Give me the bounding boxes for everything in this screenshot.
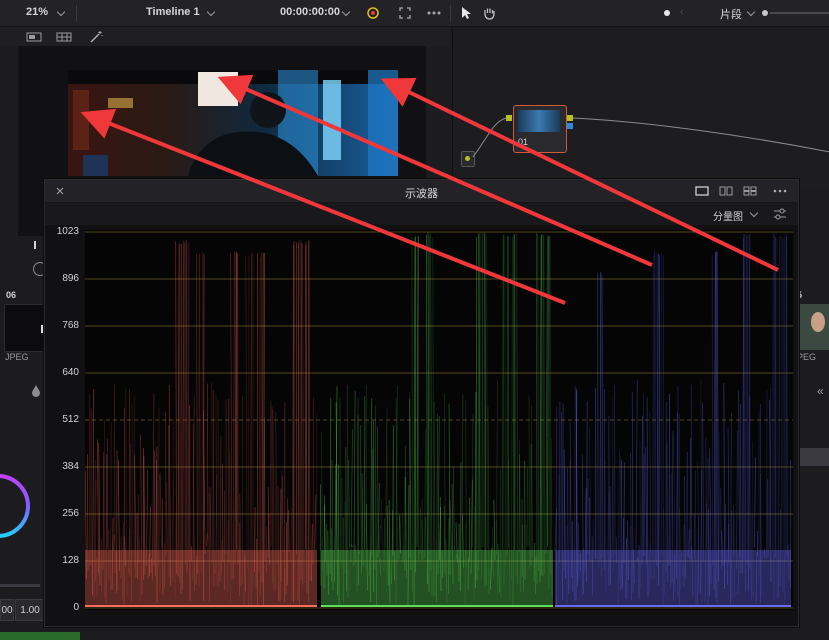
scope-mode-select[interactable]: 分量图 — [713, 208, 743, 223]
node-editor[interactable]: 01 — [452, 27, 829, 187]
y-tick-label: 256 — [62, 508, 79, 519]
prev-arrow-icon[interactable]: ‹ — [680, 6, 684, 18]
y-tick-label: 896 — [62, 273, 79, 284]
divider — [76, 5, 77, 21]
clip-strip-left: 06 JPEG — [0, 288, 46, 368]
y-tick-label: 128 — [62, 555, 79, 566]
video-frame — [68, 70, 398, 176]
y-tick-label: 640 — [62, 367, 79, 378]
settings-icon[interactable] — [771, 207, 789, 221]
top-toolbar: 21% Timeline 1 00:00:00:00 ‹ 片段 — [0, 0, 829, 27]
scope-window: 示波器 分量图 1023 896 768 640 512 384 256 128 0 — [44, 179, 799, 627]
hand-icon[interactable] — [480, 4, 498, 22]
droplet-icon[interactable] — [30, 384, 42, 398]
layout-quad-icon[interactable] — [741, 184, 759, 198]
scope-toolbar: 分量图 — [45, 203, 798, 225]
y-tick-label: 768 — [62, 320, 79, 331]
y-tick-label: 1023 — [56, 226, 79, 237]
y-tick-label: 384 — [62, 461, 79, 472]
magic-wand-icon[interactable] — [86, 29, 106, 44]
keyframe-dot[interactable] — [664, 10, 670, 16]
zoom-slider[interactable] — [770, 12, 829, 14]
more-icon[interactable] — [424, 4, 444, 22]
green-channel-trace — [320, 232, 553, 607]
color-picker-icon[interactable] — [364, 4, 382, 22]
chevron-down-icon[interactable] — [746, 7, 756, 17]
panel-tab[interactable] — [797, 448, 829, 466]
clip-thumbnail[interactable] — [797, 304, 829, 350]
divider — [450, 5, 451, 21]
wheel-value-b[interactable]: 1.00 — [15, 599, 45, 621]
clip-thumbnail[interactable] — [4, 304, 46, 352]
chevron-down-icon[interactable] — [341, 7, 351, 17]
playhead-marker[interactable] — [34, 241, 36, 249]
chevron-down-icon[interactable] — [749, 208, 759, 218]
slider-handle[interactable] — [762, 10, 768, 16]
layout-single-icon[interactable] — [24, 29, 44, 44]
color-wheel[interactable] — [0, 466, 34, 556]
timeline-name[interactable]: Timeline 1 — [146, 6, 200, 18]
grid-icon[interactable] — [54, 29, 74, 44]
clip-format: JPEG — [5, 352, 29, 362]
wheel-value-a[interactable]: 00 — [0, 599, 14, 621]
clip-mode[interactable]: 片段 — [720, 6, 742, 22]
red-channel-trace — [83, 240, 318, 607]
zoom-level[interactable]: 21% — [26, 6, 48, 18]
chevron-down-icon[interactable] — [206, 7, 216, 17]
close-icon[interactable] — [53, 184, 67, 198]
clip-format: PEG — [797, 352, 817, 362]
clip-index: 06 — [6, 290, 17, 300]
pointer-icon[interactable] — [458, 4, 474, 22]
scope-titlebar: 示波器 — [45, 180, 798, 203]
viewer-toolbar — [0, 27, 450, 46]
chevron-down-icon[interactable] — [56, 7, 66, 17]
y-tick-label: 0 — [73, 602, 79, 613]
blue-channel-trace — [554, 232, 791, 607]
clip-strip-right: 5 PEG « — [797, 288, 829, 398]
timecode[interactable]: 00:00:00:00 — [280, 6, 340, 18]
waveform-parade — [83, 230, 793, 610]
rewind-icon[interactable]: « — [817, 384, 824, 398]
waveform-traces — [83, 232, 791, 607]
fullscreen-icon[interactable] — [396, 4, 414, 22]
wheel-slider[interactable] — [0, 584, 40, 587]
status-bar-accent — [0, 632, 80, 640]
layout-dual-icon[interactable] — [717, 184, 735, 198]
y-tick-label: 512 — [62, 414, 79, 425]
scope-title: 示波器 — [405, 188, 438, 200]
layout-single-icon[interactable] — [693, 184, 711, 198]
more-icon[interactable] — [771, 184, 789, 198]
